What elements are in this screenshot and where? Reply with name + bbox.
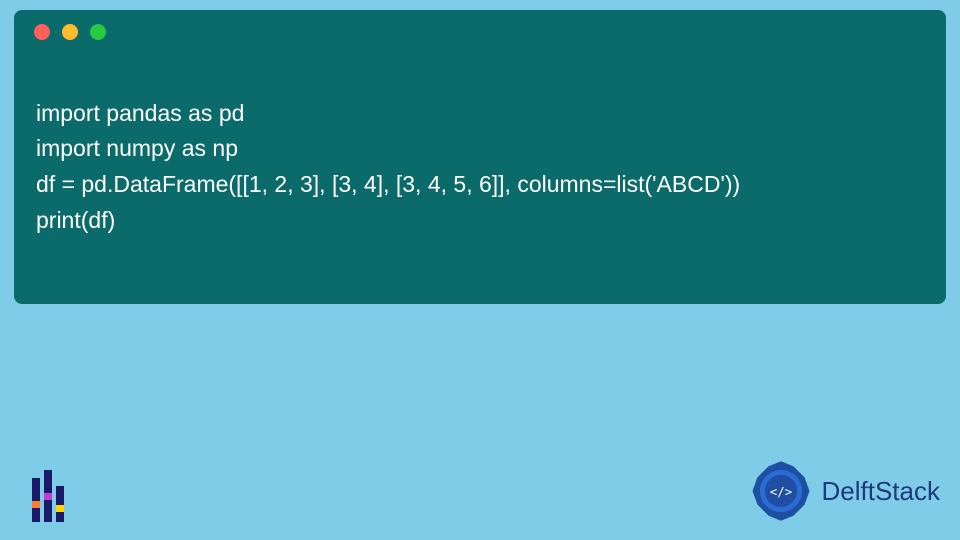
code-line: import numpy as np	[36, 135, 238, 161]
delftstack-gear-icon: </>	[750, 460, 812, 522]
maximize-icon[interactable]	[90, 24, 106, 40]
code-line: df = pd.DataFrame([[1, 2, 3], [3, 4], [3…	[36, 171, 740, 197]
brand-area: </> DelftStack	[750, 460, 941, 522]
brand-name: DelftStack	[822, 476, 941, 507]
code-block: import pandas as pd import numpy as np d…	[14, 54, 946, 274]
code-window: import pandas as pd import numpy as np d…	[14, 10, 946, 304]
close-icon[interactable]	[34, 24, 50, 40]
code-line: import pandas as pd	[36, 100, 244, 126]
code-line: print(df)	[36, 207, 115, 233]
minimize-icon[interactable]	[62, 24, 78, 40]
pandas-bars-icon	[18, 462, 78, 522]
svg-text:</>: </>	[769, 484, 791, 499]
window-titlebar	[14, 10, 946, 54]
